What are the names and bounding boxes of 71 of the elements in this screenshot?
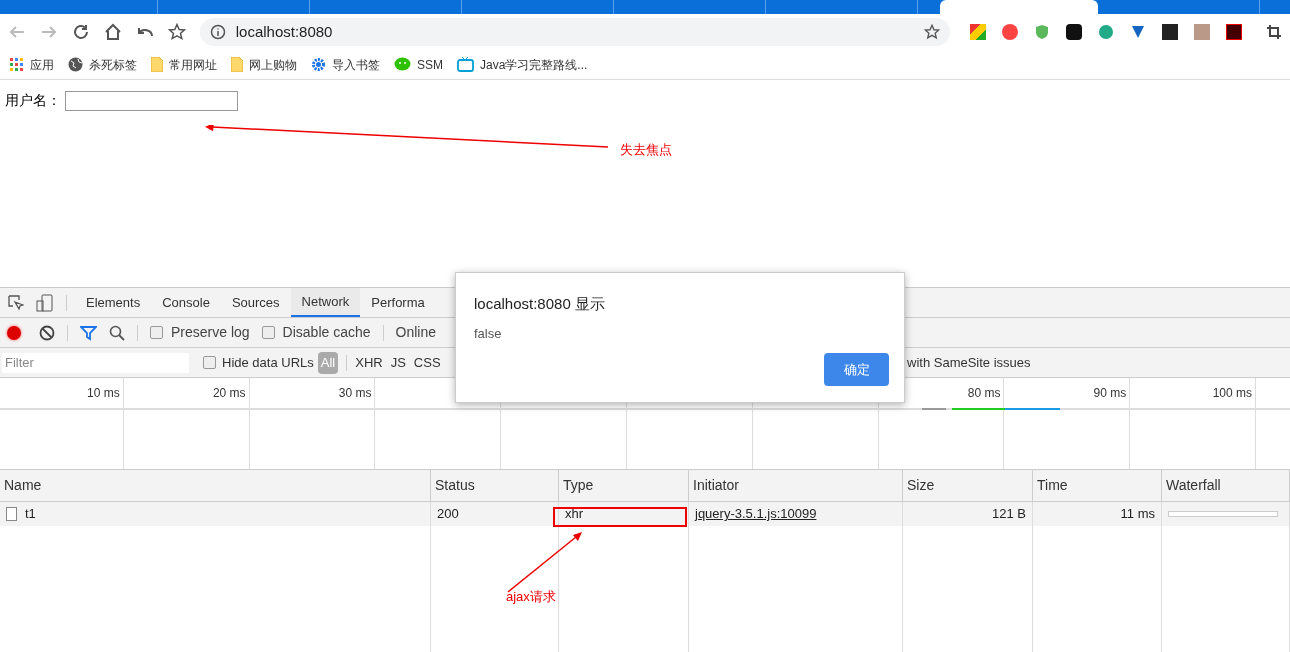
- star-icon[interactable]: [167, 23, 186, 41]
- bookmark[interactable]: SSM: [394, 55, 443, 74]
- star-icon[interactable]: [923, 24, 940, 40]
- info-icon: [209, 24, 226, 40]
- table-cell-text: 11 ms: [1120, 505, 1155, 524]
- column-header[interactable]: Waterfall: [1162, 470, 1290, 501]
- annotation-text: ajax请求: [506, 588, 556, 606]
- address-bar[interactable]: localhost:8080: [199, 18, 950, 46]
- column-header[interactable]: Initiator: [689, 470, 903, 501]
- folder-icon: [231, 57, 243, 72]
- search-icon[interactable]: [109, 324, 125, 341]
- device-icon[interactable]: [36, 293, 54, 312]
- username-input[interactable]: [65, 90, 238, 111]
- apps-icon: [10, 57, 24, 72]
- tv-icon: [457, 57, 474, 72]
- dialog-message: false: [474, 324, 503, 343]
- devtools-tab[interactable]: Performa: [360, 288, 436, 317]
- devtools-tab[interactable]: Sources: [220, 288, 291, 317]
- column-header[interactable]: Size: [903, 470, 1033, 501]
- home-icon[interactable]: [103, 23, 122, 41]
- column-header[interactable]: Time: [1033, 470, 1162, 501]
- tick-label: 100 ms: [1211, 385, 1252, 402]
- tick-label: 80 ms: [966, 385, 1001, 402]
- tick-label: 30 ms: [337, 385, 372, 402]
- pdf-icon[interactable]: [1225, 24, 1242, 40]
- extension-icon[interactable]: [1065, 24, 1082, 40]
- column-header[interactable]: Type: [559, 470, 689, 501]
- hide-data-urls-checkbox[interactable]: Hide data URLs: [203, 352, 314, 373]
- devtools-tab[interactable]: Network: [290, 288, 361, 317]
- field-label: 用户名：: [5, 91, 61, 110]
- type-filter-tab[interactable]: JS: [390, 352, 406, 373]
- annotation-text: 失去焦点: [620, 141, 672, 159]
- devtools-tab[interactable]: Console: [151, 288, 221, 317]
- type-filter-tab[interactable]: CSS: [413, 352, 441, 373]
- table-cell-text: 121 B: [992, 505, 1026, 524]
- bookmark[interactable]: 应用: [10, 55, 54, 74]
- bookmark[interactable]: 网上购物: [231, 55, 297, 74]
- extension-icon[interactable]: [1161, 24, 1178, 40]
- filter-input[interactable]: Filter: [2, 352, 189, 373]
- type-filter-tab[interactable]: XHR: [355, 352, 383, 373]
- inspect-icon[interactable]: [8, 294, 24, 311]
- file-icon: [6, 507, 17, 521]
- column-header[interactable]: Name: [0, 470, 431, 501]
- table-cell-text: 200: [437, 505, 459, 524]
- shield-icon[interactable]: [1033, 24, 1050, 40]
- disable-cache-checkbox[interactable]: Disable cache: [261, 322, 371, 343]
- tick-label: 20 ms: [211, 385, 246, 402]
- bookmark[interactable]: 杀死标签: [68, 55, 137, 74]
- record-button[interactable]: [7, 325, 21, 340]
- samesite-filter-label: with SameSite issues: [907, 353, 1031, 372]
- column-header[interactable]: Status: [431, 470, 559, 501]
- gear-icon: [311, 57, 326, 72]
- request-name[interactable]: t1: [25, 504, 36, 524]
- bookmark[interactable]: Java学习完整路线...: [457, 55, 588, 74]
- clear-icon[interactable]: [39, 324, 55, 341]
- crop-icon[interactable]: [1265, 24, 1282, 40]
- folder-icon: [151, 57, 163, 72]
- throttling-select[interactable]: Online: [395, 322, 436, 343]
- preserve-log-checkbox[interactable]: Preserve log: [150, 322, 250, 343]
- address-text: localhost:8080: [235, 21, 334, 42]
- bookmark[interactable]: 导入书签: [311, 55, 380, 74]
- chat-bubble-icon: [394, 57, 411, 72]
- dialog-title: localhost:8080 显示: [474, 294, 606, 314]
- filter-icon[interactable]: [80, 324, 97, 341]
- tick-label: 90 ms: [1092, 385, 1127, 402]
- bookmark[interactable]: 常用网址: [151, 55, 217, 74]
- ok-button[interactable]: 确定: [824, 353, 889, 386]
- table-cell-text: xhr: [565, 505, 584, 524]
- tick-label: 10 ms: [86, 385, 120, 402]
- reload-icon[interactable]: [71, 23, 90, 41]
- devtools-tab[interactable]: Elements: [75, 288, 152, 317]
